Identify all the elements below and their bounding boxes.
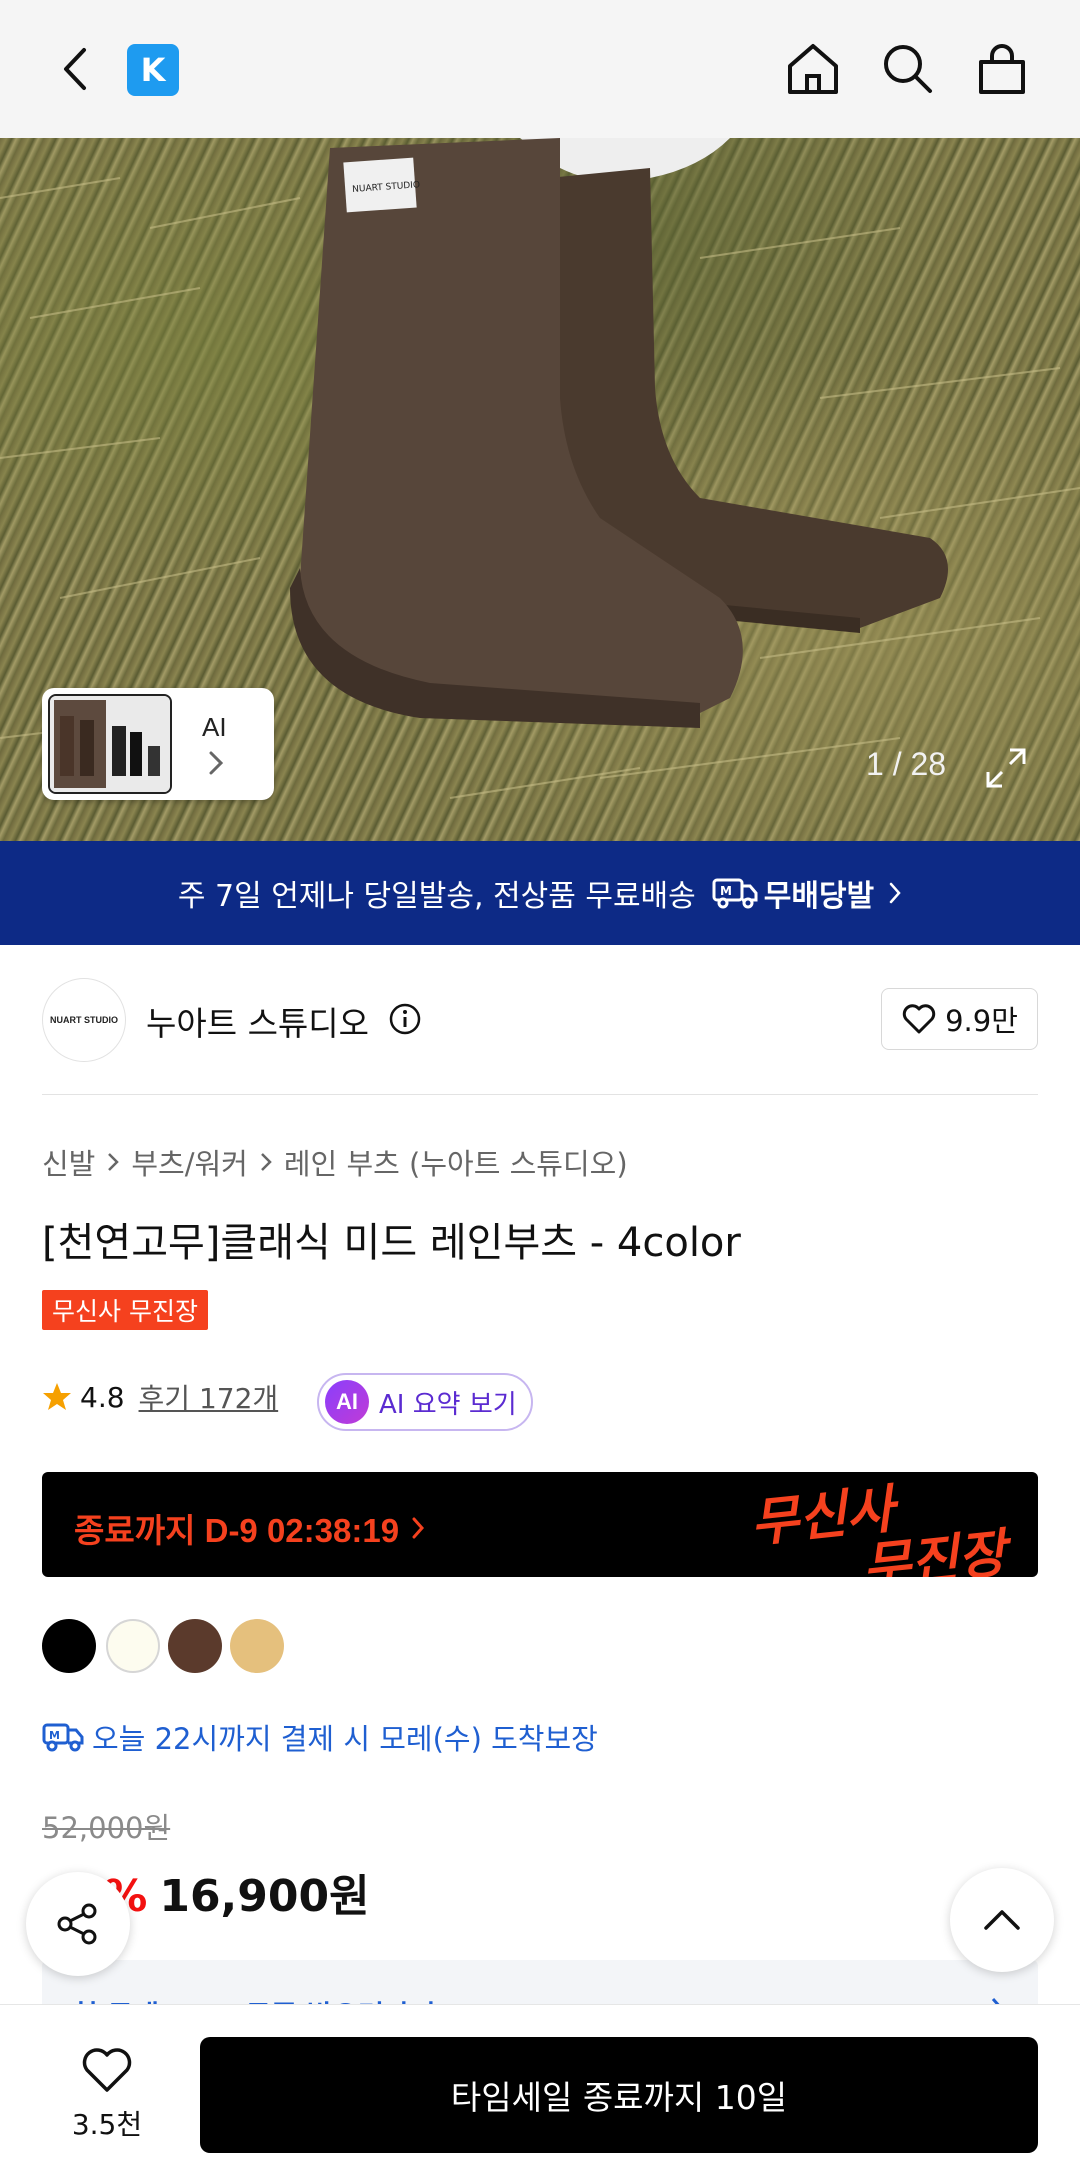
- color-swatch-ivory[interactable]: [106, 1619, 160, 1673]
- wishlist-count: 3.5천: [71, 2108, 143, 2141]
- color-swatch-black[interactable]: [42, 1619, 96, 1673]
- color-swatch-brown[interactable]: [168, 1619, 222, 1673]
- info-icon[interactable]: [388, 1002, 422, 1036]
- countdown-label: 종료까지 D-9 02:38:19: [74, 1512, 400, 1549]
- svg-text:M: M: [720, 884, 732, 898]
- search-icon: [884, 45, 932, 93]
- back-button[interactable]: [46, 36, 106, 102]
- share-button[interactable]: [26, 1872, 130, 1976]
- brand-name[interactable]: 누아트 스튜디오: [146, 997, 369, 1045]
- shipping-banner[interactable]: 주 7일 언제나 당일발송, 전상품 무료배송 M 무배당발: [0, 841, 1080, 945]
- color-swatch-beige[interactable]: [230, 1619, 284, 1673]
- share-icon: [57, 1903, 97, 1945]
- brand-logo[interactable]: NUART STUDIO: [42, 978, 126, 1062]
- scroll-to-top-button[interactable]: [950, 1868, 1054, 1972]
- ai-icon: AI: [325, 1380, 369, 1424]
- product-image-carousel[interactable]: NUART STUDIO AI 1 / 28: [0, 138, 1080, 841]
- timesale-banner[interactable]: 종료까지 D-9 02:38:19 무신사 무진장: [42, 1472, 1038, 1577]
- brand-like-button[interactable]: 9.9만: [881, 988, 1038, 1050]
- product-title: [천연고무]클래식 미드 레인부츠 - 4color: [42, 1220, 741, 1266]
- chevron-left-icon: [64, 48, 86, 90]
- delivery-guarantee: M 오늘 22시까지 결제 시 모레(수) 도착보장: [42, 1716, 598, 1758]
- thumbnail-image: [48, 694, 172, 794]
- delivery-text: 오늘 22시까지 결제 시 모레(수) 도착보장: [92, 1722, 598, 1756]
- cart-button[interactable]: [969, 36, 1035, 102]
- ai-summary-button[interactable]: AI AI 요약 보기: [317, 1373, 533, 1431]
- home-icon: [788, 44, 838, 94]
- chevron-right-icon: [260, 1153, 272, 1171]
- breadcrumb-item[interactable]: 부츠/워커: [131, 1141, 248, 1183]
- breadcrumb-item[interactable]: 신발: [42, 1141, 95, 1183]
- brand-like-count: 9.9만: [945, 1004, 1018, 1038]
- expand-icon: [986, 748, 1026, 788]
- delivery-truck-icon: M: [712, 878, 758, 909]
- heart-icon: [82, 2048, 132, 2092]
- ai-label: AI: [202, 712, 227, 742]
- chevron-right-icon: [108, 1153, 120, 1171]
- home-button[interactable]: [780, 36, 846, 102]
- event-logo: 무신사 무진장: [742, 1476, 1038, 1577]
- bottom-action-bar: 3.5천 타임세일 종료까지 10일: [0, 2004, 1080, 2183]
- rating-score: 4.8: [80, 1380, 125, 1414]
- countdown-text: 종료까지 D-9 02:38:19: [74, 1504, 425, 1552]
- sale-price: 16,900원: [159, 1871, 370, 1922]
- fullscreen-button[interactable]: [980, 742, 1032, 794]
- shipping-banner-text: 주 7일 언제나 당일발송, 전상품 무료배송: [177, 879, 696, 914]
- divider: [42, 1094, 1038, 1095]
- svg-text:M: M: [49, 1729, 60, 1742]
- ai-thumbnail-card[interactable]: AI: [42, 688, 274, 800]
- ai-summary-label: AI 요약 보기: [379, 1389, 517, 1420]
- chevron-up-icon: [984, 1910, 1020, 1930]
- original-price: 52,000원: [42, 1811, 171, 1845]
- review-link[interactable]: 후기 172개: [139, 1377, 279, 1417]
- promo-tag-badge: 무신사 무진장: [42, 1290, 208, 1330]
- chevron-right-icon: [412, 1517, 425, 1539]
- free-delivery-label: 무배당발: [763, 879, 875, 914]
- breadcrumb: 신발 부츠/워커 레인 부츠 (누아트 스튜디오): [42, 1141, 628, 1183]
- app-logo[interactable]: K: [127, 44, 179, 96]
- delivery-truck-icon: M: [42, 1723, 84, 1752]
- wishlist-button[interactable]: 3.5천: [42, 2045, 172, 2165]
- chevron-right-icon: [209, 751, 224, 775]
- image-page-counter: 1 / 28: [866, 746, 947, 782]
- chevron-right-icon: [889, 882, 901, 904]
- breadcrumb-item[interactable]: 레인 부츠 (누아트 스튜디오): [284, 1141, 628, 1183]
- free-delivery-badge: M 무배당발: [712, 871, 874, 915]
- shopping-bag-icon: [979, 44, 1025, 94]
- search-button[interactable]: [874, 36, 940, 102]
- top-app-bar: K: [0, 0, 1080, 138]
- purchase-button[interactable]: 타임세일 종료까지 10일: [200, 2037, 1038, 2153]
- star-icon: [43, 1383, 71, 1410]
- rating-row: 4.8 후기 172개: [42, 1377, 278, 1417]
- heart-icon: [902, 1004, 936, 1034]
